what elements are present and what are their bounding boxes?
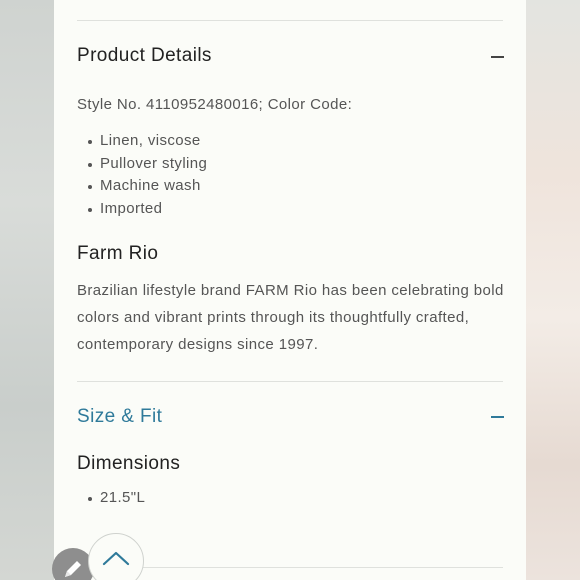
list-item: 21.5"L: [77, 487, 145, 510]
dimensions-list: 21.5"L: [77, 487, 145, 510]
list-item: Linen, viscose: [77, 130, 207, 153]
scroll-to-top-button[interactable]: [88, 533, 144, 580]
pencil-icon: [65, 561, 81, 577]
background-right: [526, 0, 580, 580]
product-info-panel: Product Details Style No. 4110952480016;…: [54, 0, 526, 580]
product-details-title[interactable]: Product Details: [77, 45, 212, 67]
divider-top: [77, 20, 503, 21]
divider-middle: [77, 381, 503, 382]
size-fit-title[interactable]: Size & Fit: [77, 406, 162, 428]
list-item: Pullover styling: [77, 153, 207, 176]
feature-list: Linen, viscose Pullover styling Machine …: [77, 130, 207, 220]
product-details-collapse-icon[interactable]: [491, 56, 504, 58]
size-fit-collapse-icon[interactable]: [491, 416, 504, 418]
brand-title: Farm Rio: [77, 243, 159, 264]
chevron-up-icon: [102, 551, 130, 566]
list-item: Imported: [77, 198, 207, 221]
style-number-text: Style No. 4110952480016; Color Code:: [77, 96, 353, 113]
list-item: Machine wash: [77, 175, 207, 198]
brand-description: Brazilian lifestyle brand FARM Rio has b…: [77, 282, 504, 353]
background-left: [0, 0, 54, 580]
dimensions-title: Dimensions: [77, 453, 181, 474]
